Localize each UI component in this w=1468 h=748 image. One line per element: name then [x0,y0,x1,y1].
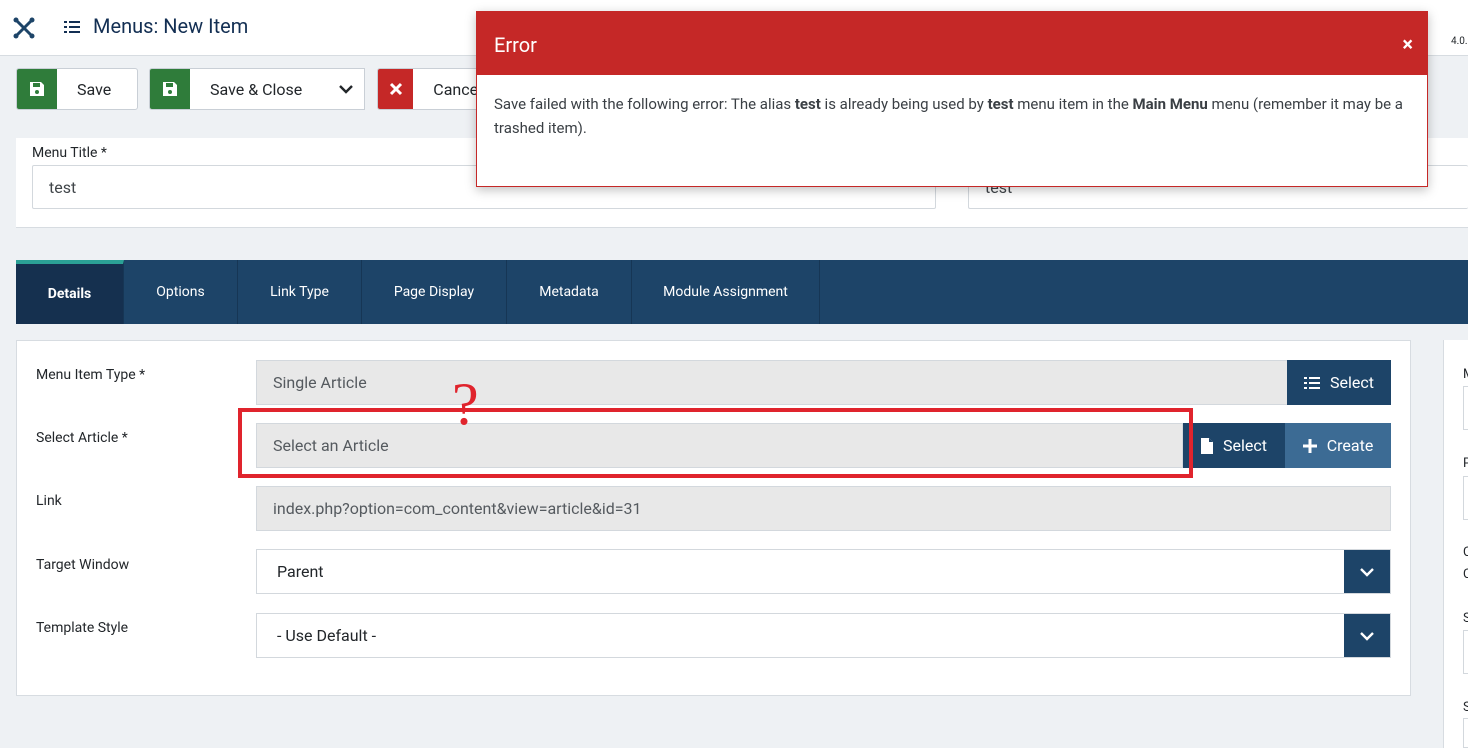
save-options-dropdown[interactable] [327,68,365,110]
menu-item-type-select-button[interactable]: Select [1287,360,1391,405]
list-icon [64,21,80,33]
sidebar-label: C [1463,567,1468,582]
menu-item-type-label: Menu Item Type * [36,367,146,383]
joomla-logo-icon[interactable] [12,16,36,40]
sidebar-input[interactable] [1463,718,1468,748]
close-icon [378,69,414,109]
sidebar-label: M [1463,367,1468,382]
sidebar-input[interactable] [1463,630,1468,674]
create-article-button-label: Create [1326,436,1374,455]
menu-title-label: Menu Title * [32,145,107,161]
template-style-select[interactable]: - Use Default - [256,613,1391,658]
template-style-label: Template Style [36,620,129,636]
create-article-button[interactable]: Create [1285,423,1391,468]
tab-details[interactable]: Details [16,260,124,324]
tab-link-type[interactable]: Link Type [238,260,362,324]
target-window-label: Target Window [36,557,130,573]
tab-bar: Details Options Link Type Page Display M… [16,260,1468,324]
error-alert-header: Error × [477,12,1427,75]
link-field: index.php?option=com_content&view=articl… [256,486,1391,531]
tab-page-display[interactable]: Page Display [362,260,507,324]
tab-options[interactable]: Options [124,260,238,324]
select-article-button[interactable]: Select [1183,423,1285,468]
target-window-select[interactable]: Parent [256,549,1391,594]
error-item: test [987,95,1014,113]
target-window-value: Parent [277,562,324,581]
file-icon [1201,437,1214,454]
error-menu-name: Main Menu [1132,95,1208,113]
chevron-down-icon [338,85,353,94]
select-article-button-label: Select [1223,436,1267,455]
save-icon [150,69,190,109]
list-icon [1304,376,1321,389]
error-title: Error [494,33,537,57]
plus-icon [1302,438,1317,453]
save-icon [17,69,57,109]
menu-item-type-field: Single Article [256,360,1288,405]
save-close-button[interactable]: Save & Close [149,68,328,110]
error-alias: test [794,95,821,113]
chevron-down-icon [1344,550,1390,593]
error-message-text: is already being used by [820,95,988,113]
error-message-text: Save failed with the following error: Th… [494,95,795,113]
annotation-highlight-box [238,408,1193,478]
save-label: Save [77,79,112,99]
annotation-question-mark: ? [452,371,479,437]
link-label: Link [36,493,62,509]
error-alert: Error × Save failed with the following e… [476,11,1428,187]
sidebar-label: S [1463,611,1468,626]
sidebar-input[interactable] [1463,386,1468,430]
menu-item-type-select-label: Select [1330,373,1374,392]
sidebar-label: P [1463,456,1468,471]
tab-metadata[interactable]: Metadata [507,260,632,324]
sidebar-label: S [1463,700,1468,715]
close-icon[interactable]: × [1402,32,1413,56]
template-style-value: - Use Default - [277,626,377,645]
tab-module-assignment[interactable]: Module Assignment [632,260,820,324]
chevron-down-icon [1344,614,1390,657]
sidebar-input[interactable] [1463,476,1468,520]
page-title: Menus: New Item [93,14,249,38]
error-message-text: menu item in the [1013,95,1133,113]
save-close-label: Save & Close [210,79,303,99]
select-article-label: Select Article * [36,430,128,446]
error-message: Save failed with the following error: Th… [494,92,1409,140]
save-button[interactable]: Save [16,68,138,110]
version-label: 4.0. [1451,36,1468,47]
sidebar-label: C [1463,545,1468,560]
